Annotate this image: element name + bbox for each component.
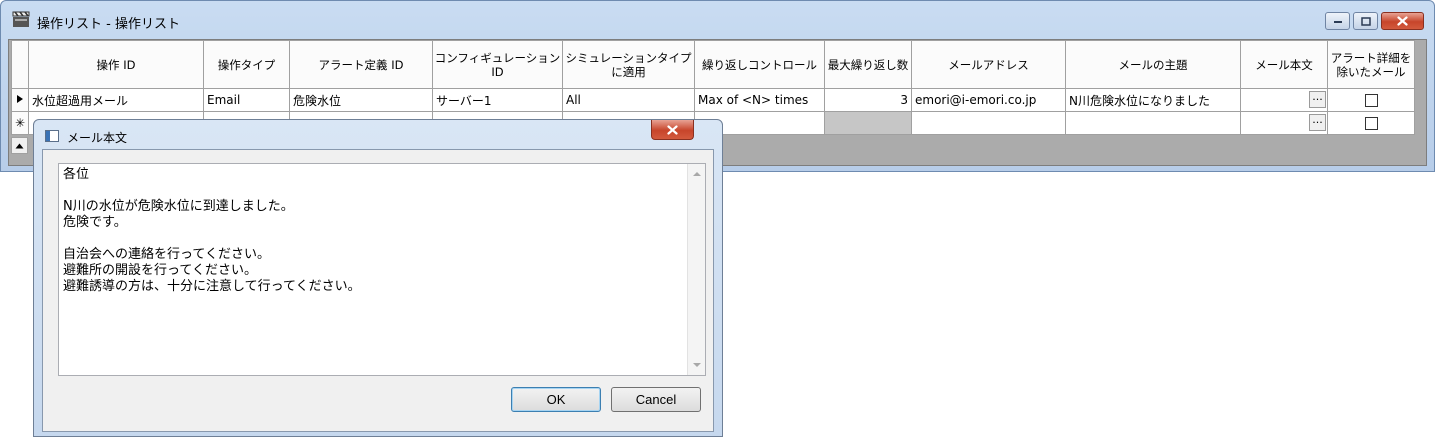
ok-button[interactable]: OK	[511, 387, 601, 412]
cell-exclude-alert-details	[1327, 111, 1415, 135]
cell-simulation-type[interactable]: All	[562, 88, 695, 112]
triangle-up-icon	[15, 143, 24, 148]
exclude-alert-details-checkbox[interactable]	[1364, 94, 1378, 107]
column-header-email-subject[interactable]: メールの主題	[1065, 40, 1241, 89]
main-window-title: 操作リスト - 操作リスト	[37, 17, 180, 32]
email-body-text[interactable]: 各位 N川の水位が危険水位に到達しました。 危険です。 自治会への連絡を行ってく…	[63, 167, 683, 373]
vertical-scrollbar[interactable]	[687, 164, 705, 375]
cell-operation-id[interactable]: 水位超過用メール	[28, 88, 204, 112]
cell-max-repeat[interactable]: 3	[824, 88, 912, 112]
cell-email-subject[interactable]: N川危険水位になりました	[1065, 88, 1241, 112]
cell-exclude-alert-details	[1327, 88, 1415, 112]
grid-header-row: 操作 ID 操作タイプ アラート定義 ID コンフィギュレーション ID シミュ…	[11, 40, 1415, 89]
email-body-textarea[interactable]: 各位 N川の水位が危険水位に到達しました。 危険です。 自治会への連絡を行ってく…	[58, 163, 706, 376]
column-header-configuration-id[interactable]: コンフィギュレーション ID	[432, 40, 563, 89]
scroll-up-arrow-icon[interactable]	[693, 172, 701, 176]
dialog-title: メール本文	[67, 131, 128, 145]
row-header-corner	[11, 40, 29, 89]
column-header-operation-type[interactable]: 操作タイプ	[203, 40, 290, 89]
clapperboard-icon	[12, 11, 30, 27]
cell-email-address[interactable]	[911, 111, 1066, 135]
column-header-alert-definition-id[interactable]: アラート定義 ID	[289, 40, 433, 89]
scroll-up-button[interactable]	[11, 137, 28, 154]
cell-alert-definition-id[interactable]: 危険水位	[289, 88, 433, 112]
exclude-alert-details-checkbox[interactable]	[1364, 117, 1378, 130]
email-body-ellipsis-button[interactable]: ...	[1309, 91, 1326, 108]
main-titlebar[interactable]: 操作リスト - 操作リスト	[1, 1, 1434, 37]
column-header-email-body[interactable]: メール本文	[1240, 40, 1328, 89]
row-header[interactable]	[11, 88, 29, 112]
table-row[interactable]: 水位超過用メール Email 危険水位 サーバー1 All Max of <N>…	[11, 88, 1415, 112]
cancel-button[interactable]: Cancel	[611, 387, 701, 412]
cell-email-address[interactable]: emori@i-emori.co.jp	[911, 88, 1066, 112]
cell-max-repeat	[824, 111, 912, 135]
cell-configuration-id[interactable]: サーバー1	[432, 88, 563, 112]
column-header-operation-id[interactable]: 操作 ID	[28, 40, 204, 89]
cell-repeat-control[interactable]: Max of <N> times	[694, 88, 825, 112]
column-header-email-address[interactable]: メールアドレス	[911, 40, 1066, 89]
column-header-exclude-alert-details[interactable]: アラート詳細を除いたメール	[1327, 40, 1415, 89]
email-body-ellipsis-button[interactable]: ...	[1309, 114, 1326, 131]
dialog-titlebar[interactable]: メール本文	[34, 120, 722, 150]
close-button[interactable]	[1381, 12, 1424, 30]
minimize-button[interactable]	[1325, 12, 1350, 30]
email-body-dialog: メール本文 各位 N川の水位が危険水位に到達しました。 危険です。 自治会への連…	[33, 119, 723, 437]
maximize-icon	[1360, 16, 1371, 26]
close-icon	[667, 124, 678, 135]
close-icon	[1397, 16, 1408, 26]
dialog-close-button[interactable]	[651, 120, 694, 140]
column-header-max-repeat[interactable]: 最大繰り返し数	[824, 40, 912, 89]
column-header-repeat-control[interactable]: 繰り返しコントロール	[694, 40, 825, 89]
cell-email-subject[interactable]	[1065, 111, 1241, 135]
triangle-right-icon	[17, 95, 23, 103]
scroll-down-arrow-icon[interactable]	[693, 363, 701, 367]
cell-email-body[interactable]: ...	[1240, 88, 1328, 112]
column-header-simulation-type[interactable]: シミュレーションタイプに適用	[562, 40, 695, 89]
cell-email-body[interactable]: ...	[1240, 111, 1328, 135]
window-controls	[1325, 12, 1424, 32]
window-icon	[45, 130, 59, 142]
new-row-header[interactable]: ✳	[11, 111, 29, 135]
maximize-button[interactable]	[1353, 12, 1378, 30]
minimize-icon	[1333, 21, 1342, 23]
cell-operation-type[interactable]: Email	[203, 88, 290, 112]
dialog-client: 各位 N川の水位が危険水位に到達しました。 危険です。 自治会への連絡を行ってく…	[42, 149, 714, 432]
